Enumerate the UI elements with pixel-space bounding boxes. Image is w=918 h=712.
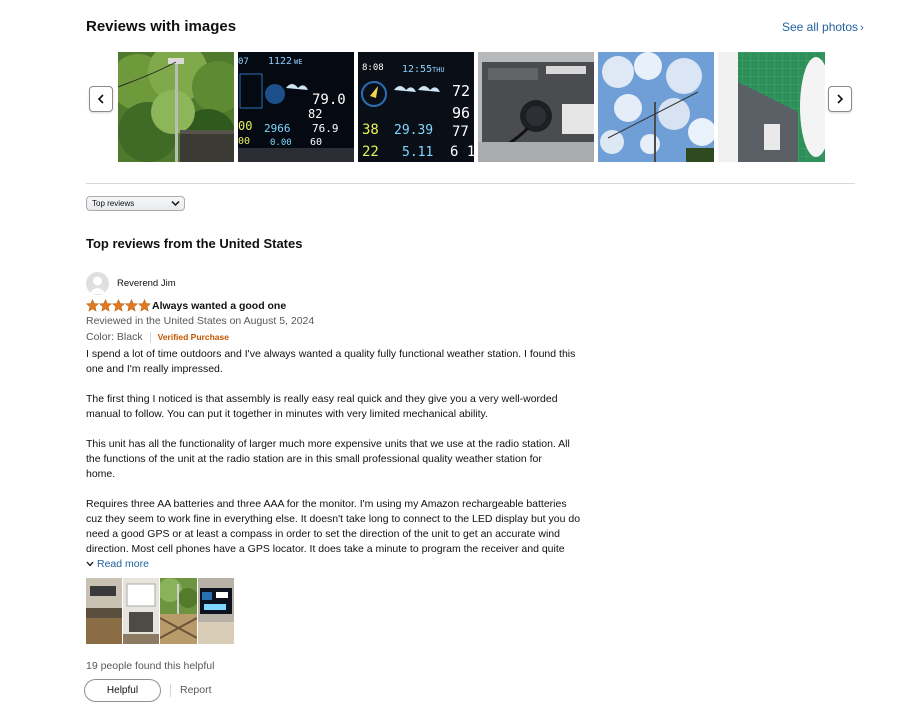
carousel-prev-button[interactable] xyxy=(89,86,113,112)
lcd-text: 79.0 xyxy=(312,92,346,108)
divider xyxy=(86,183,855,184)
report-link[interactable]: Report xyxy=(180,684,212,696)
read-more-label: Read more xyxy=(97,558,149,570)
reviewer-name[interactable]: Reverend Jim xyxy=(117,278,176,289)
review-body-line: home. xyxy=(86,468,116,480)
review-photo-thumb[interactable] xyxy=(478,52,594,162)
chevron-left-icon xyxy=(97,94,104,104)
lcd-text: 8:08 xyxy=(362,63,384,73)
star-rating[interactable] xyxy=(86,299,151,312)
verified-purchase-badge[interactable]: Verified Purchase xyxy=(158,332,229,342)
lcd-text: 29.39 xyxy=(394,123,433,138)
separator xyxy=(170,684,171,697)
reviews-with-images-title: Reviews with images xyxy=(86,18,237,35)
sort-selected-label: Top reviews xyxy=(92,199,135,208)
star-icon xyxy=(112,299,125,312)
review-body-line: need a good GPS or at least a compass in… xyxy=(86,528,560,540)
lcd-text: 72 xyxy=(452,82,470,100)
review-body-line: This unit has all the functionality of l… xyxy=(86,438,570,450)
lcd-text: 6 1 xyxy=(450,144,474,160)
lcd-text: 00 xyxy=(238,119,252,133)
review-image[interactable] xyxy=(123,578,159,644)
review-photo-thumb[interactable] xyxy=(598,52,714,162)
lcd-text: 82 xyxy=(308,107,322,121)
lcd-text: 2966 xyxy=(264,122,291,135)
review-photo-thumb[interactable]: 8:08 12:55 THU 72 96 38 29.39 77 22 5.11… xyxy=(358,52,474,162)
review-body-line: The first thing I noticed is that assemb… xyxy=(86,393,558,405)
helpful-button[interactable]: Helpful xyxy=(84,679,161,702)
user-icon xyxy=(89,276,106,294)
review-photo-thumb[interactable] xyxy=(718,52,825,162)
lcd-text: 96 xyxy=(452,104,470,122)
review-date: Reviewed in the United States on August … xyxy=(86,315,315,327)
lcd-text: 38 xyxy=(362,122,379,138)
helpful-count: 19 people found this helpful xyxy=(86,660,215,672)
review-body-line: the functions of the unit at the radio s… xyxy=(86,453,542,465)
see-all-photos-link[interactable]: See all photos › xyxy=(782,20,864,34)
lcd-text: 22 xyxy=(362,144,379,160)
review-photo-thumb[interactable] xyxy=(118,52,234,162)
read-more-link[interactable]: Read more xyxy=(86,558,149,570)
lcd-text: WE xyxy=(294,58,302,66)
lcd-text: 5.11 xyxy=(402,145,433,160)
lcd-text: THU xyxy=(432,66,445,74)
review-variant-line: Color: Black Verified Purchase xyxy=(86,331,229,343)
lcd-text: 07 xyxy=(238,57,249,67)
star-icon xyxy=(99,299,112,312)
review-body-line: I spend a lot of time outdoors and I've … xyxy=(86,348,576,360)
chevron-down-icon xyxy=(86,561,94,567)
chevron-down-icon xyxy=(171,200,180,207)
star-icon xyxy=(138,299,151,312)
lcd-text: 12:55 xyxy=(402,64,432,75)
review-photo-thumb[interactable]: 07 1122 WE 79.0 82 00 2966 76.9 00 0.00 … xyxy=(238,52,354,162)
sort-reviews-dropdown[interactable]: Top reviews xyxy=(86,196,185,211)
star-icon xyxy=(125,299,138,312)
lcd-text: 00 xyxy=(238,136,250,147)
review-image[interactable] xyxy=(198,578,234,644)
review-image[interactable] xyxy=(86,578,122,644)
review-image[interactable] xyxy=(160,578,197,644)
avatar xyxy=(86,272,109,295)
lcd-text: 1122 xyxy=(268,56,292,67)
lcd-text: 77 xyxy=(452,124,469,140)
color-variant: Color: Black xyxy=(86,331,143,343)
helpful-button-label: Helpful xyxy=(106,685,139,696)
lcd-text: 0.00 xyxy=(270,138,292,148)
review-body-line: one and I'm really impressed. xyxy=(86,363,223,375)
see-all-label: See all photos xyxy=(782,20,859,34)
review-body-line: manual to follow. You can put it togethe… xyxy=(86,408,488,420)
carousel-next-button[interactable] xyxy=(828,86,852,112)
top-reviews-heading: Top reviews from the United States xyxy=(86,236,303,251)
separator xyxy=(149,331,151,343)
chevron-right-icon: › xyxy=(860,22,864,34)
lcd-text: 60 xyxy=(310,137,322,148)
chevron-right-icon xyxy=(837,94,844,104)
lcd-text: 76.9 xyxy=(312,122,339,135)
review-headline[interactable]: Always wanted a good one xyxy=(152,300,286,312)
review-body-line-truncated: direction. Most cell phones have a GPS l… xyxy=(86,543,565,554)
review-body-line: Requires three AA batteries and three AA… xyxy=(86,498,567,510)
star-icon xyxy=(86,299,99,312)
review-body-line: cuz they seem to work fine in everything… xyxy=(86,513,581,525)
